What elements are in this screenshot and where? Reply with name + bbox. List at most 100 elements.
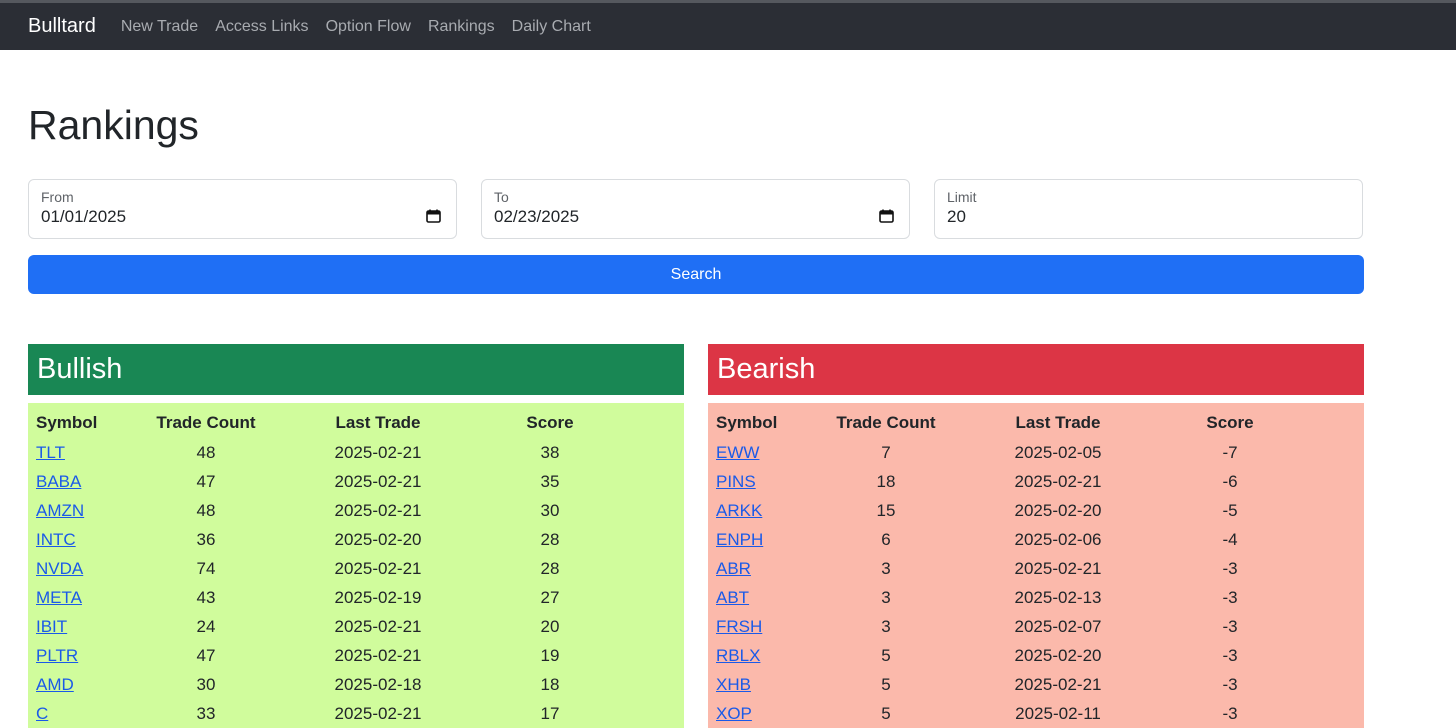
trade-count-cell: 5 — [881, 645, 891, 665]
score-cell: 18 — [540, 674, 560, 694]
calendar-icon[interactable] — [426, 209, 441, 223]
last-trade-cell: 2025-02-21 — [334, 616, 422, 636]
from-date-value[interactable]: 01/01/2025 — [41, 207, 444, 227]
score-cell: -3 — [1222, 674, 1238, 694]
trade-count-cell: 3 — [881, 587, 891, 607]
symbol-link[interactable]: RBLX — [716, 646, 760, 665]
table-row: AMD 30 2025-02-18 18 — [28, 670, 684, 699]
symbol-link[interactable]: BABA — [36, 472, 81, 491]
bearish-table: Symbol Trade Count Last Trade Score EWW 7… — [708, 413, 1364, 728]
score-cell: 30 — [540, 500, 560, 520]
to-date-value[interactable]: 02/23/2025 — [494, 207, 897, 227]
symbol-link[interactable]: TLT — [36, 443, 65, 462]
trade-count-cell: 5 — [881, 674, 891, 694]
symbol-link[interactable]: PLTR — [36, 646, 78, 665]
last-trade-cell: 2025-02-21 — [334, 645, 422, 665]
score-cell: -4 — [1222, 529, 1238, 549]
table-row: NVDA 74 2025-02-21 28 — [28, 554, 684, 583]
table-row: ENPH 6 2025-02-06 -4 — [708, 525, 1364, 554]
calendar-icon[interactable] — [879, 209, 894, 223]
table-row: FRSH 3 2025-02-07 -3 — [708, 612, 1364, 641]
bullish-table-body: TLT 48 2025-02-21 38 BABA 47 2025-02-21 35 AMZN 4… — [28, 438, 684, 728]
table-row: TLT 48 2025-02-21 38 — [28, 438, 684, 467]
page-title: Rankings — [28, 102, 199, 148]
last-trade-cell: 2025-02-21 — [334, 703, 422, 723]
nav-link-rankings[interactable]: Rankings — [428, 18, 495, 36]
trade-count-cell: 74 — [196, 558, 216, 578]
limit-field[interactable]: Limit 20 — [934, 179, 1363, 239]
symbol-link[interactable]: XHB — [716, 675, 751, 694]
nav-link-access-links[interactable]: Access Links — [215, 18, 308, 36]
table-row: ARKK 15 2025-02-20 -5 — [708, 496, 1364, 525]
last-trade-cell: 2025-02-21 — [334, 471, 422, 491]
symbol-link[interactable]: META — [36, 588, 82, 607]
from-date-field[interactable]: From 01/01/2025 — [28, 179, 457, 239]
limit-value[interactable]: 20 — [947, 207, 1350, 227]
symbol-link[interactable]: AMZN — [36, 501, 84, 520]
symbol-cell: XOP — [708, 699, 826, 728]
nav-link-option-flow[interactable]: Option Flow — [326, 18, 411, 36]
symbol-link[interactable]: AMD — [36, 675, 74, 694]
table-row: EWW 7 2025-02-05 -7 — [708, 438, 1364, 467]
last-trade-cell: 2025-02-20 — [1014, 645, 1102, 665]
last-trade-cell: 2025-02-13 — [1014, 587, 1102, 607]
symbol-cell: META — [28, 583, 146, 612]
trade-count-cell: 47 — [196, 645, 216, 665]
from-label: From — [41, 189, 74, 205]
bullish-panel: Bullish Symbol Trade Count Last Trade Sc… — [28, 344, 684, 728]
column-header-symbol: Symbol — [716, 413, 778, 432]
column-header-last-trade: Last Trade — [1015, 413, 1101, 432]
score-cell: -3 — [1222, 558, 1238, 578]
table-row: ABR 3 2025-02-21 -3 — [708, 554, 1364, 583]
table-row: PINS 18 2025-02-21 -6 — [708, 467, 1364, 496]
bullish-table-container: Symbol Trade Count Last Trade Score TLT 4… — [28, 403, 684, 728]
symbol-cell: XHB — [708, 670, 826, 699]
score-cell: 28 — [540, 558, 560, 578]
last-trade-cell: 2025-02-06 — [1014, 529, 1102, 549]
nav-link-new-trade[interactable]: New Trade — [121, 18, 198, 36]
trade-count-cell: 47 — [196, 471, 216, 491]
score-cell: 28 — [540, 529, 560, 549]
symbol-link[interactable]: NVDA — [36, 559, 83, 578]
score-cell: -5 — [1222, 500, 1238, 520]
symbol-link[interactable]: ABT — [716, 588, 749, 607]
main-content: Rankings From 01/01/2025 To 02/23/2025 L… — [0, 50, 1456, 728]
navbar: Bulltard New Trade Access Links Option F… — [0, 3, 1456, 50]
last-trade-cell: 2025-02-21 — [334, 558, 422, 578]
limit-label: Limit — [947, 189, 977, 205]
nav-link-daily-chart[interactable]: Daily Chart — [512, 18, 591, 36]
column-header-score: Score — [526, 413, 574, 432]
search-button[interactable]: Search — [28, 255, 1364, 294]
last-trade-cell: 2025-02-11 — [1015, 703, 1101, 723]
symbol-link[interactable]: INTC — [36, 530, 76, 549]
brand-logo[interactable]: Bulltard — [28, 15, 96, 38]
column-header-score: Score — [1206, 413, 1254, 432]
symbol-link[interactable]: FRSH — [716, 617, 762, 636]
score-cell: -7 — [1222, 442, 1238, 462]
symbol-link[interactable]: ARKK — [716, 501, 762, 520]
column-header-trade-count: Trade Count — [836, 413, 936, 432]
symbol-link[interactable]: ABR — [716, 559, 751, 578]
to-date-field[interactable]: To 02/23/2025 — [481, 179, 910, 239]
last-trade-cell: 2025-02-20 — [334, 529, 422, 549]
trade-count-cell: 30 — [196, 674, 216, 694]
last-trade-cell: 2025-02-19 — [334, 587, 422, 607]
column-header-trade-count: Trade Count — [156, 413, 256, 432]
table-row: AMZN 48 2025-02-21 30 — [28, 496, 684, 525]
symbol-link[interactable]: IBIT — [36, 617, 67, 636]
table-row: XHB 5 2025-02-21 -3 — [708, 670, 1364, 699]
rankings-panels: Bullish Symbol Trade Count Last Trade Sc… — [28, 344, 1364, 728]
symbol-link[interactable]: PINS — [716, 472, 756, 491]
bearish-table-container: Symbol Trade Count Last Trade Score EWW 7… — [708, 403, 1364, 728]
trade-count-cell: 3 — [881, 558, 891, 578]
bullish-table: Symbol Trade Count Last Trade Score TLT 4… — [28, 413, 684, 728]
trade-count-cell: 15 — [876, 500, 896, 520]
last-trade-cell: 2025-02-21 — [334, 442, 422, 462]
trade-count-cell: 33 — [196, 703, 216, 723]
table-header-row: Symbol Trade Count Last Trade Score — [28, 413, 684, 438]
score-cell: -3 — [1222, 703, 1238, 723]
symbol-link[interactable]: EWW — [716, 443, 759, 462]
trade-count-cell: 6 — [881, 529, 891, 549]
trade-count-cell: 3 — [881, 616, 891, 636]
symbol-link[interactable]: ENPH — [716, 530, 763, 549]
